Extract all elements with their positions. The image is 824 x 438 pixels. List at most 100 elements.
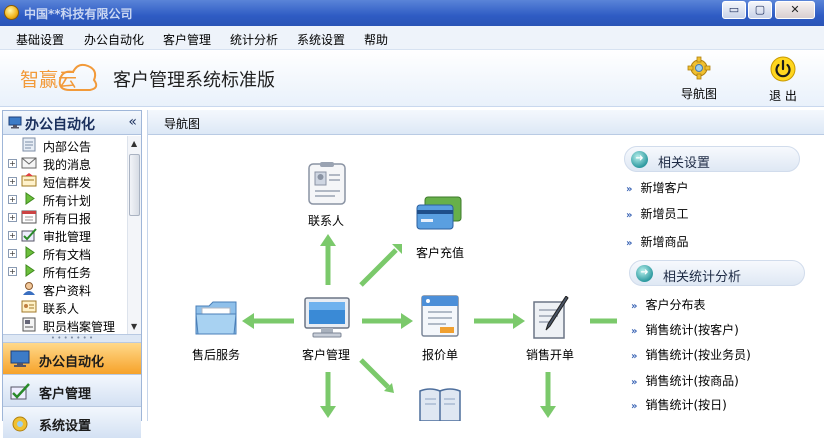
chevron-right-icon: » [631, 401, 638, 412]
menu-statistics[interactable]: 统计分析 [230, 31, 278, 48]
menu-system-settings[interactable]: 系统设置 [297, 31, 345, 48]
tree-item-tasks[interactable]: + 所有任务 [3, 262, 127, 280]
play-icon [25, 246, 35, 259]
related-settings-header: ➜ 相关设置 [624, 146, 800, 172]
nav-map-label: 导航图 [680, 87, 717, 101]
expand-toggle[interactable]: + [8, 159, 17, 168]
tree-item-label: 所有计划 [43, 194, 92, 208]
category-label: 客户管理 [39, 387, 92, 402]
tree-item-sms[interactable]: + 短信群发 [3, 172, 127, 190]
credit-card-icon[interactable] [415, 195, 463, 233]
close-button[interactable]: ✕ [775, 1, 815, 19]
quote-document-icon[interactable] [420, 294, 460, 338]
tree-item-label: 审批管理 [43, 230, 92, 244]
link-customer-distribution[interactable]: » 客户分布表 [631, 296, 705, 313]
sidebar-scrollbar[interactable]: ▲ ▼ [127, 136, 141, 334]
related-stats-header: ➜ 相关统计分析 [629, 260, 805, 286]
tree-item-label: 短信群发 [43, 176, 92, 190]
related-settings-title: 相关设置 [658, 156, 711, 171]
arrow-right-icon: ➜ [631, 151, 648, 168]
link-add-product[interactable]: » 新增商品 [626, 233, 688, 250]
tree-item-label: 联系人 [43, 302, 80, 316]
arrow-right-icon: ➜ [636, 265, 653, 282]
chevron-right-icon: » [626, 238, 633, 249]
power-icon [770, 56, 796, 82]
tree-item-documents[interactable]: + 所有文档 [3, 244, 127, 262]
window-titlebar[interactable]: 中国**科技有限公司 ▭ ▢ ✕ [0, 0, 824, 26]
exit-button[interactable]: 退 出 [758, 56, 808, 104]
category-system-settings[interactable]: 系统设置 [3, 406, 141, 438]
menu-basic-settings[interactable]: 基础设置 [16, 31, 64, 48]
flow-label-customer[interactable]: 客户管理 [286, 346, 366, 363]
monitor-icon [8, 116, 22, 129]
link-sales-by-customer[interactable]: » 销售统计(按客户) [631, 321, 739, 338]
mail-icon [21, 157, 37, 169]
tree-item-approval[interactable]: + 审批管理 [3, 226, 127, 244]
tree-item-notice[interactable]: 内部公告 [3, 136, 127, 154]
play-icon [25, 192, 35, 205]
menu-office-automation[interactable]: 办公自动化 [84, 31, 144, 48]
tree-item-label: 客户资料 [43, 284, 92, 298]
scroll-down-icon[interactable]: ▼ [131, 322, 137, 331]
sidebar-title: 办公自动化 [25, 117, 95, 133]
exit-label: 退 出 [769, 89, 797, 103]
gear-icon [687, 56, 711, 80]
folder-icon[interactable] [194, 298, 238, 336]
scrollbar-thumb[interactable] [129, 154, 140, 216]
category-office-automation[interactable]: 办公自动化 [3, 342, 141, 374]
sidebar-splitter[interactable]: • • • • • • • [3, 334, 141, 342]
link-sales-by-salesperson[interactable]: » 销售统计(按业务员) [631, 346, 751, 363]
menu-customer-management[interactable]: 客户管理 [163, 31, 211, 48]
sidebar-header: 办公自动化 « [3, 111, 141, 135]
menu-help[interactable]: 帮助 [364, 31, 388, 48]
archive-icon [22, 317, 36, 332]
contact-card-icon[interactable] [305, 162, 349, 206]
tree-item-label: 所有任务 [43, 266, 92, 280]
tree-item-plans[interactable]: + 所有计划 [3, 190, 127, 208]
sidebar-collapse-button[interactable]: « [128, 114, 137, 130]
arrow-down-right [359, 358, 390, 389]
flow-label-after-sales[interactable]: 售后服务 [176, 346, 256, 363]
scroll-up-icon[interactable]: ▲ [131, 139, 137, 148]
flow-label-quote[interactable]: 报价单 [400, 346, 480, 363]
link-add-customer[interactable]: » 新增客户 [626, 179, 688, 196]
expand-toggle[interactable]: + [8, 231, 17, 240]
chevron-right-icon: » [631, 377, 638, 388]
link-add-employee[interactable]: » 新增员工 [626, 205, 688, 222]
tree-item-contacts[interactable]: 联系人 [3, 298, 127, 316]
link-sales-by-day[interactable]: » 销售统计(按日) [631, 396, 727, 413]
sidebar: 办公自动化 « 内部公告 + 我的消息 + 短信群发 + 所有计划 + 所有日报 [2, 110, 142, 438]
menu-bar: 基础设置 办公自动化 客户管理 统计分析 系统设置 帮助 [0, 26, 824, 50]
expand-toggle[interactable]: + [8, 267, 17, 276]
tree-item-daily-reports[interactable]: + 所有日报 [3, 208, 127, 226]
tree-item-label: 所有日报 [43, 212, 92, 226]
flow-label-sales-order[interactable]: 销售开单 [510, 346, 590, 363]
sales-order-icon[interactable] [530, 296, 572, 340]
link-sales-by-product[interactable]: » 销售统计(按商品) [631, 372, 739, 389]
flow-label-contact[interactable]: 联系人 [286, 212, 366, 229]
tree-item-label: 职员档案管理 [43, 320, 116, 334]
tree-item-customer-info[interactable]: 客户资料 [3, 280, 127, 298]
window-title: 中国**科技有限公司 [24, 7, 133, 21]
category-label: 办公自动化 [39, 355, 105, 370]
monitor-icon[interactable] [303, 296, 351, 340]
monitor-icon [10, 350, 30, 367]
expand-toggle[interactable]: + [8, 249, 17, 258]
sms-icon [21, 173, 37, 187]
minimize-button[interactable]: ▭ [722, 1, 746, 19]
nav-map-button[interactable]: 导航图 [674, 56, 724, 102]
category-label: 系统设置 [39, 419, 92, 434]
app-logo-icon [4, 5, 19, 20]
related-stats-title: 相关统计分析 [663, 270, 742, 285]
expand-toggle[interactable]: + [8, 213, 17, 222]
flow-label-recharge[interactable]: 客户充值 [400, 244, 480, 261]
book-icon[interactable] [418, 387, 462, 421]
maximize-button[interactable]: ▢ [748, 1, 772, 19]
gear-icon [12, 416, 28, 432]
expand-toggle[interactable]: + [8, 195, 17, 204]
tree-item-messages[interactable]: + 我的消息 [3, 154, 127, 172]
expand-toggle[interactable]: + [8, 177, 17, 186]
tree-item-staff-archive[interactable]: 职员档案管理 [3, 316, 127, 334]
calendar-icon [21, 210, 37, 224]
category-customer-management[interactable]: 客户管理 [3, 374, 141, 406]
